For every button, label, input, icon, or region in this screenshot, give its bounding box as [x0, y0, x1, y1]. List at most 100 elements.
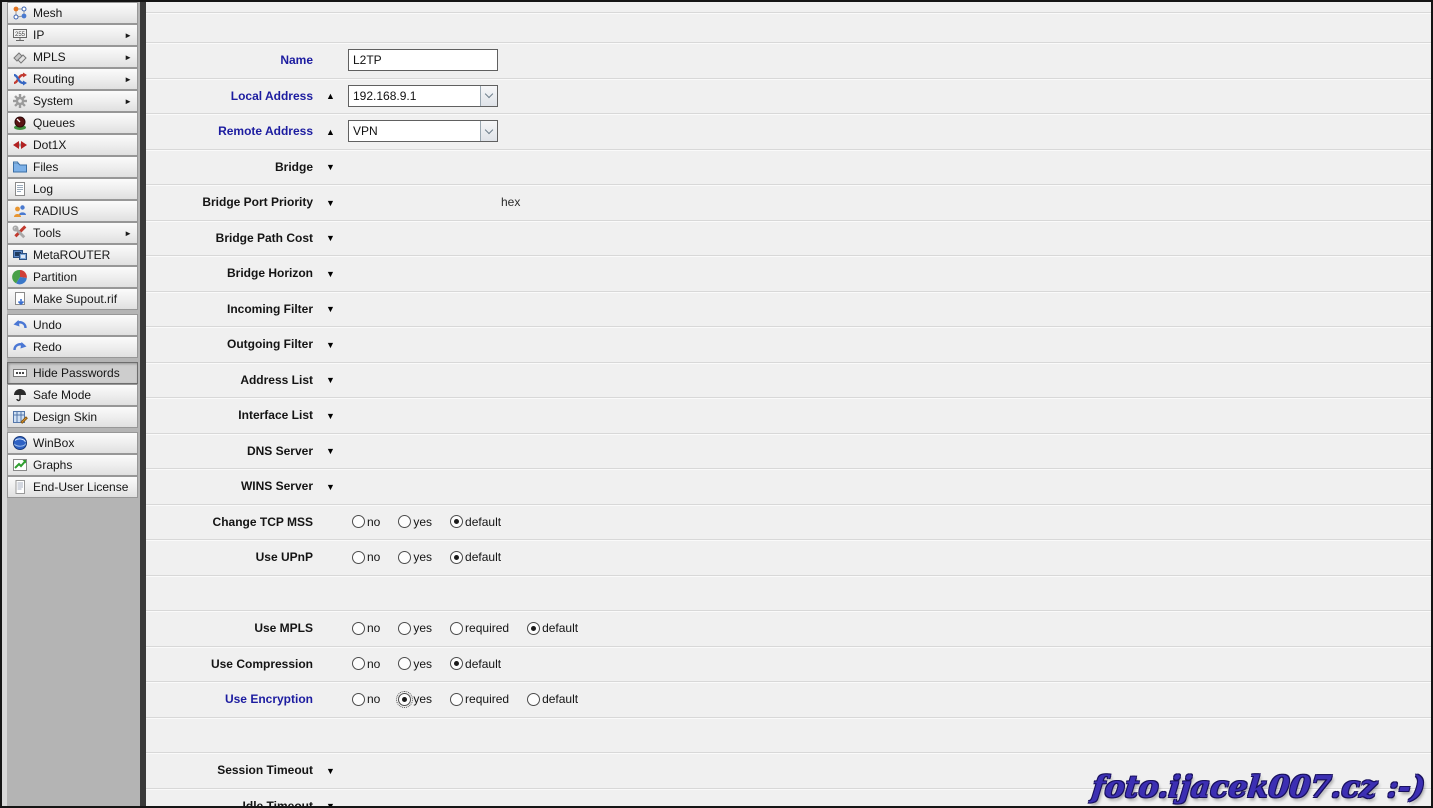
sidebar-item-tools[interactable]: Tools►: [7, 222, 138, 244]
toggle-spacer: [313, 521, 348, 522]
mpls-icon: [11, 49, 28, 65]
sidebar-item-undo[interactable]: Undo: [7, 314, 138, 336]
expand-arrow-icon[interactable]: ▼: [313, 445, 348, 456]
expand-arrow-icon[interactable]: ▼: [313, 410, 348, 421]
use-upnp-radio-group: no yes default: [352, 550, 519, 564]
sidebar-item-label: Queues: [33, 116, 75, 130]
dropdown-button[interactable]: [480, 121, 497, 141]
routing-icon: [11, 71, 28, 87]
hide-passwords-icon: [11, 365, 28, 381]
field-label-session-timeout: Session Timeout: [146, 763, 313, 777]
sidebar-item-end-user-license[interactable]: End-User License: [7, 476, 138, 498]
redo-icon: [11, 339, 28, 355]
sidebar-item-label: Partition: [33, 270, 77, 284]
sidebar-item-design-skin[interactable]: Design Skin: [7, 406, 138, 428]
radio-use-compression-default[interactable]: default: [450, 657, 501, 671]
dropdown-button[interactable]: [480, 86, 497, 106]
field-label-idle-timeout: Idle Timeout: [146, 799, 313, 806]
sidebar-item-label: Make Supout.rif: [33, 292, 117, 306]
radio-option-label: yes: [413, 550, 432, 564]
radio-button-icon: [352, 622, 365, 635]
sidebar-item-queues[interactable]: Queues: [7, 112, 138, 134]
sidebar-item-mpls[interactable]: MPLS►: [7, 46, 138, 68]
sidebar-item-label: MetaROUTER: [33, 248, 110, 262]
sidebar-item-graphs[interactable]: Graphs: [7, 454, 138, 476]
local-address-combo[interactable]: 192.168.9.1: [348, 85, 498, 107]
radio-use-compression-yes[interactable]: yes: [398, 657, 432, 671]
sidebar-item-log[interactable]: Log: [7, 178, 138, 200]
sidebar-item-safe-mode[interactable]: Safe Mode: [7, 384, 138, 406]
expand-arrow-icon[interactable]: ▼: [313, 161, 348, 172]
expand-arrow-icon[interactable]: ▼: [313, 303, 348, 314]
sidebar-item-label: MPLS: [33, 50, 66, 64]
expand-arrow-icon[interactable]: ▼: [313, 374, 348, 385]
radio-option-label: yes: [413, 692, 432, 706]
sidebar-item-make-supout-rif[interactable]: Make Supout.rif: [7, 288, 138, 310]
expand-arrow-icon[interactable]: ▼: [313, 197, 348, 208]
sidebar-item-label: IP: [33, 28, 44, 42]
sidebar-item-dot1x[interactable]: Dot1X: [7, 134, 138, 156]
sidebar-item-winbox[interactable]: WinBox: [7, 432, 138, 454]
field-label-use-encryption: Use Encryption: [146, 692, 313, 706]
radio-option-label: required: [465, 692, 509, 706]
toggle-spacer: [313, 699, 348, 700]
log-icon: [11, 181, 28, 197]
sidebar-item-hide-passwords[interactable]: Hide Passwords: [7, 362, 138, 384]
radio-use-encryption-yes[interactable]: yes: [398, 692, 432, 706]
mesh-icon: [11, 5, 28, 21]
name-input[interactable]: [348, 49, 498, 71]
sidebar-item-ip[interactable]: 255IP►: [7, 24, 138, 46]
sidebar-item-redo[interactable]: Redo: [7, 336, 138, 358]
expand-arrow-icon[interactable]: ▼: [313, 232, 348, 243]
radio-use-upnp-default[interactable]: default: [450, 550, 501, 564]
sidebar-item-partition[interactable]: Partition: [7, 266, 138, 288]
expand-arrow-icon[interactable]: ▼: [313, 339, 348, 350]
field-label-bridge: Bridge: [146, 160, 313, 174]
radio-option-label: yes: [413, 621, 432, 635]
field-label-use-mpls: Use MPLS: [146, 621, 313, 635]
radio-button-icon: [398, 657, 411, 670]
collapse-arrow-icon[interactable]: ▲: [313, 126, 348, 137]
expand-arrow-icon[interactable]: ▼: [313, 765, 348, 776]
make-supout-icon: [11, 291, 28, 307]
files-icon: [11, 159, 28, 175]
sidebar-item-files[interactable]: Files: [7, 156, 138, 178]
radio-use-mpls-yes[interactable]: yes: [398, 621, 432, 635]
radio-change-tcp-mss-no[interactable]: no: [352, 515, 380, 529]
use-compression-radio-group: no yes default: [352, 657, 519, 671]
sidebar-item-radius[interactable]: RADIUS: [7, 200, 138, 222]
radio-button-icon: [398, 551, 411, 564]
form-row-use-upnp: Use UPnPnoyesdefault: [146, 539, 1431, 575]
radio-use-mpls-no[interactable]: no: [352, 621, 380, 635]
radio-use-mpls-required[interactable]: required: [450, 621, 509, 635]
radio-button-icon: [352, 657, 365, 670]
sidebar-item-label: Tools: [33, 226, 61, 240]
expand-arrow-icon[interactable]: ▼: [313, 481, 348, 492]
radio-use-upnp-no[interactable]: no: [352, 550, 380, 564]
form-row-spacer: [146, 12, 1431, 42]
radio-use-upnp-yes[interactable]: yes: [398, 550, 432, 564]
form-row-outgoing-filter: Outgoing Filter▼: [146, 326, 1431, 362]
radio-use-compression-no[interactable]: no: [352, 657, 380, 671]
radio-use-encryption-default[interactable]: default: [527, 692, 578, 706]
sidebar-item-label: Dot1X: [33, 138, 66, 152]
radio-change-tcp-mss-yes[interactable]: yes: [398, 515, 432, 529]
radio-use-mpls-default[interactable]: default: [527, 621, 578, 635]
radio-use-encryption-required[interactable]: required: [450, 692, 509, 706]
radio-change-tcp-mss-default[interactable]: default: [450, 515, 501, 529]
sidebar-divider: [140, 2, 146, 806]
form-row-change-tcp-mss: Change TCP MSSnoyesdefault: [146, 504, 1431, 540]
radio-use-encryption-no[interactable]: no: [352, 692, 380, 706]
sidebar-item-routing[interactable]: Routing►: [7, 68, 138, 90]
collapse-arrow-icon[interactable]: ▲: [313, 90, 348, 101]
radio-option-label: no: [367, 515, 380, 529]
expand-arrow-icon[interactable]: ▼: [313, 800, 348, 806]
sidebar-item-label: Graphs: [33, 458, 72, 472]
expand-arrow-icon[interactable]: ▼: [313, 268, 348, 279]
sidebar-item-metarouter[interactable]: MetaROUTER: [7, 244, 138, 266]
radio-button-icon: [398, 515, 411, 528]
remote-address-combo[interactable]: VPN: [348, 120, 498, 142]
sidebar-item-system[interactable]: System►: [7, 90, 138, 112]
radio-option-label: default: [542, 692, 578, 706]
sidebar-item-mesh[interactable]: Mesh: [7, 2, 138, 24]
